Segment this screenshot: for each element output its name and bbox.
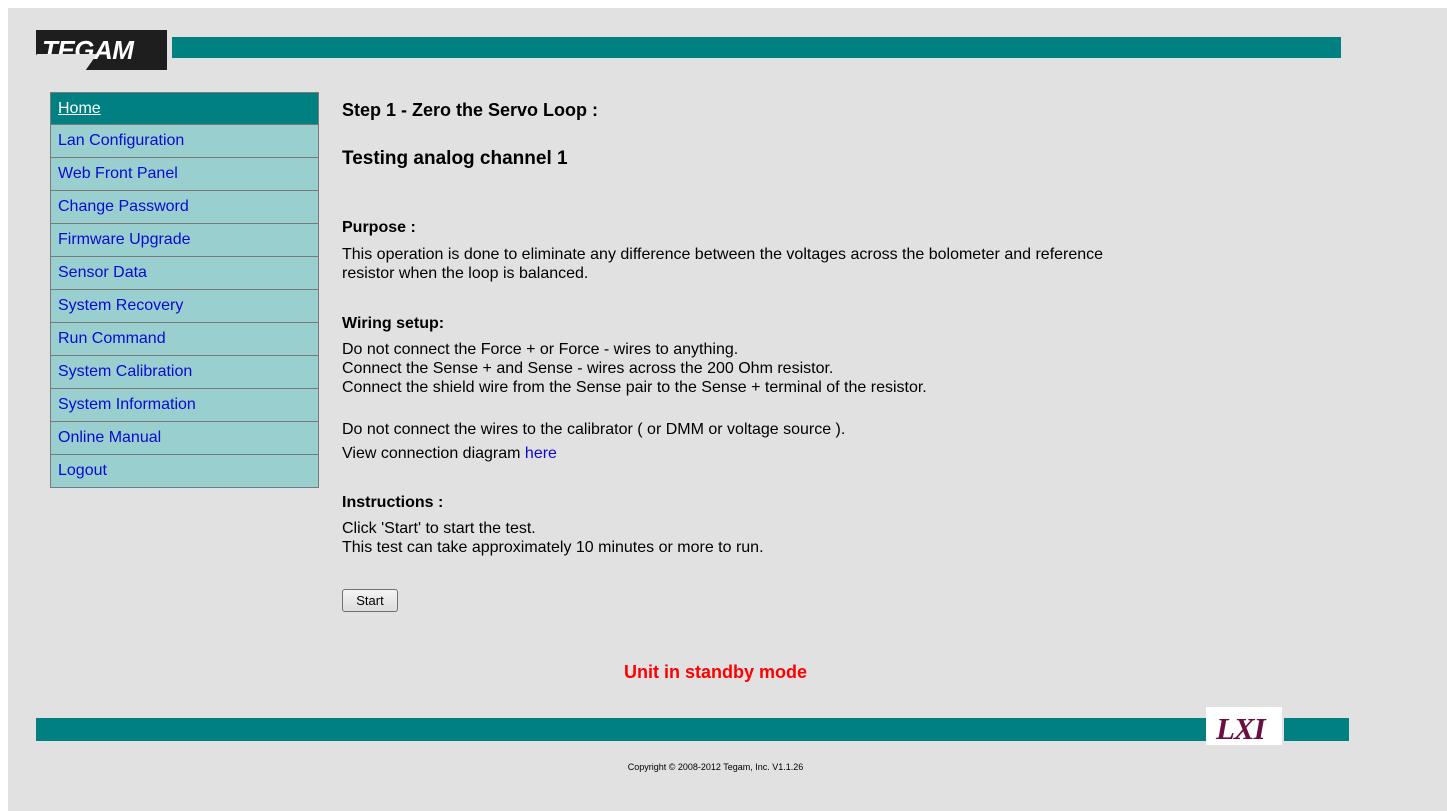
sidebar-item-sensor-data[interactable]: Sensor Data: [50, 257, 319, 290]
purpose-line-1: This operation is done to eliminate any …: [342, 246, 1104, 263]
tegam-logo-slash: [36, 54, 98, 70]
connection-diagram-prefix: View connection diagram: [342, 445, 525, 462]
lxi-logo-text: LXI: [1216, 711, 1266, 746]
copyright-text: Copyright © 2008-2012 Tegam, Inc. V1.1.2…: [627, 762, 804, 772]
sidebar-item-lan-configuration[interactable]: Lan Configuration: [50, 125, 319, 158]
purpose-heading: Purpose :: [342, 219, 416, 236]
sidebar-nav: Home Lan Configuration Web Front Panel C…: [50, 92, 319, 488]
footer-bar: [36, 718, 1206, 741]
sidebar-item-web-front-panel[interactable]: Web Front Panel: [50, 158, 319, 191]
wiring-heading: Wiring setup:: [342, 315, 445, 332]
wiring-line-2: Connect the Sense + and Sense - wires ac…: [342, 360, 834, 377]
instructions-line-1: Click 'Start' to start the test.: [342, 520, 536, 537]
lxi-logo: LXI: [1206, 707, 1282, 746]
start-button[interactable]: Start: [342, 589, 398, 612]
connection-diagram-line: View connection diagram here: [342, 444, 557, 463]
sidebar-item-home[interactable]: Home: [50, 92, 319, 125]
connection-diagram-link[interactable]: here: [525, 445, 557, 462]
sidebar-item-system-recovery[interactable]: System Recovery: [50, 290, 319, 323]
sidebar-item-change-password[interactable]: Change Password: [50, 191, 319, 224]
sidebar-item-firmware-upgrade[interactable]: Firmware Upgrade: [50, 224, 319, 257]
step-title: Step 1 - Zero the Servo Loop :: [342, 100, 599, 120]
channel-title: Testing analog channel 1: [342, 148, 568, 169]
sidebar-item-system-calibration[interactable]: System Calibration: [50, 356, 319, 389]
wiring-note: Do not connect the wires to the calibrat…: [342, 421, 846, 438]
sidebar-item-system-information[interactable]: System Information: [50, 389, 319, 422]
tegam-logo: TEGAM: [36, 30, 167, 70]
status-text: Unit in standby mode: [623, 662, 807, 682]
footer-bar-right: [1284, 718, 1349, 741]
instructions-line-2: This test can take approximately 10 minu…: [342, 539, 764, 556]
wiring-line-1: Do not connect the Force + or Force - wi…: [342, 341, 739, 358]
sidebar-item-logout[interactable]: Logout: [50, 455, 319, 488]
wiring-line-3: Connect the shield wire from the Sense p…: [342, 379, 927, 396]
instructions-heading: Instructions :: [342, 494, 444, 511]
sidebar-item-online-manual[interactable]: Online Manual: [50, 422, 319, 455]
header-bar: [172, 37, 1341, 58]
sidebar-item-run-command[interactable]: Run Command: [50, 323, 319, 356]
page: TEGAM Home Lan Configuration Web Front P…: [8, 8, 1447, 811]
purpose-line-2: resistor when the loop is balanced.: [342, 265, 589, 282]
